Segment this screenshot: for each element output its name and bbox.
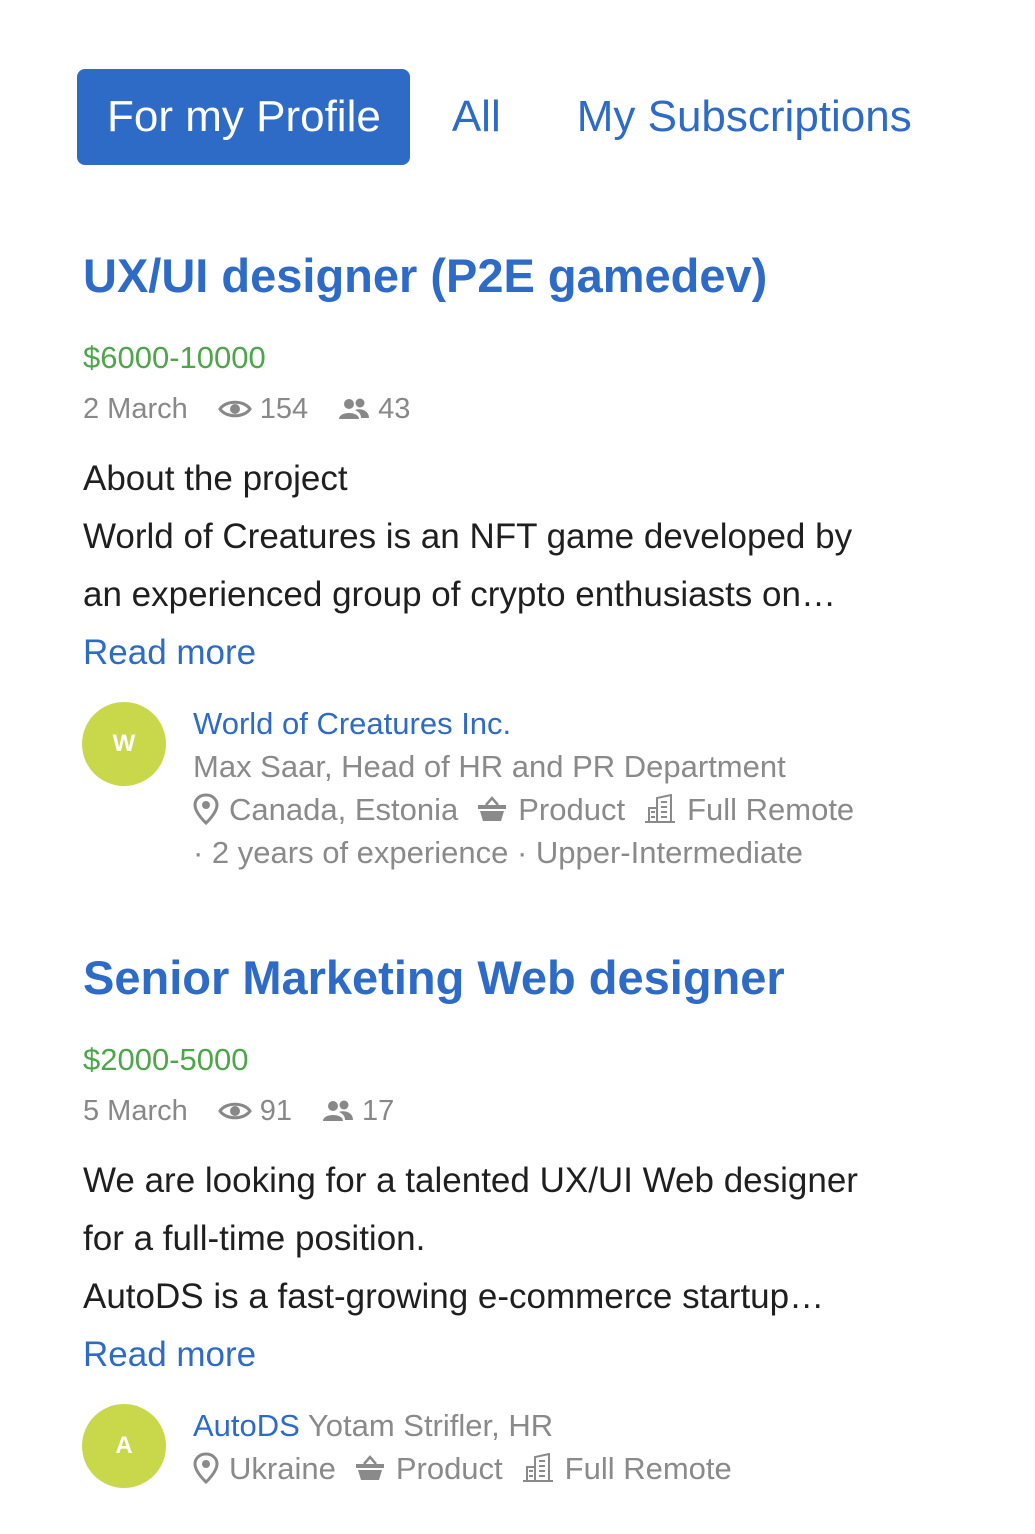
users-icon	[339, 398, 370, 420]
description-line: About the project	[83, 458, 348, 498]
eye-icon	[217, 1102, 252, 1120]
location-tag: Ukraine	[193, 1447, 336, 1490]
vacancy-tags: Ukraine Product Full Remote	[193, 1447, 963, 1490]
company-type-label: Product	[395, 1450, 503, 1486]
tab-bar: For my Profile All My Subscriptions	[77, 69, 912, 165]
read-more-link[interactable]: Read more	[83, 1326, 256, 1384]
views-count: 154	[217, 392, 309, 425]
description-line: We are looking for a talented UX/UI Web …	[83, 1160, 858, 1200]
company-avatar: A	[82, 1403, 166, 1488]
tab-my-subscriptions[interactable]: My Subscriptions	[541, 69, 912, 165]
company-name-link[interactable]: World of Creatures Inc.	[193, 706, 511, 741]
vacancy-card: Senior Marketing Web designer $2000-5000…	[82, 952, 963, 1534]
basket-icon	[478, 796, 507, 822]
posted-date: 2 March	[83, 392, 188, 425]
building-icon	[522, 1453, 553, 1483]
location-label: Ukraine	[229, 1450, 336, 1486]
salary: $2000-5000	[83, 1041, 249, 1077]
work-mode-label: Full Remote	[687, 791, 855, 827]
company-name-link[interactable]: AutoDS	[193, 1408, 300, 1443]
read-more-link[interactable]: Read more	[83, 624, 256, 682]
tab-for-my-profile[interactable]: For my Profile	[77, 69, 410, 165]
location-pin-icon	[193, 793, 219, 826]
vacancy-title[interactable]: UX/UI designer (P2E gamedev)	[83, 250, 963, 302]
posted-date: 5 March	[83, 1094, 188, 1127]
company-type-tag: Product	[476, 788, 625, 831]
vacancy-card: UX/UI designer (P2E gamedev) $6000-10000…	[82, 250, 963, 874]
description-line: an experienced group of crypto enthusias…	[83, 574, 836, 614]
description-line: AutoDS is a fast-growing e-commerce star…	[83, 1276, 825, 1316]
building-icon	[645, 794, 676, 824]
vacancy-description: About the project World of Creatures is …	[83, 450, 963, 682]
description-line: World of Creatures is an NFT game develo…	[83, 516, 853, 556]
work-mode-tag: Full Remote	[643, 788, 854, 831]
users-icon	[323, 1100, 354, 1122]
applicants-count: 17	[322, 1094, 395, 1127]
vacancy-tags: Canada, Estonia Product Full Remote	[193, 788, 963, 831]
applicants-value: 43	[378, 392, 411, 425]
vacancy-description: We are looking for a talented UX/UI Web …	[83, 1152, 963, 1384]
eye-icon	[217, 400, 252, 418]
salary: $6000-10000	[83, 339, 266, 375]
recruiter: Yotam Strifler, HR	[307, 1407, 554, 1443]
views-count: 91	[217, 1094, 293, 1127]
vacancy-meta: 5 March 91 17	[83, 1094, 963, 1127]
company-type-label: Product	[518, 791, 626, 827]
basket-icon	[355, 1455, 384, 1481]
company-block: A AutoDS Yotam Strifler, HR Ukraine Prod…	[82, 1403, 963, 1534]
company-type-tag: Product	[354, 1447, 503, 1490]
vacancy-title[interactable]: Senior Marketing Web designer	[83, 952, 963, 1004]
vacancy-meta: 2 March 154 43	[83, 392, 963, 425]
applicants-count: 43	[338, 392, 411, 425]
views-value: 91	[259, 1094, 293, 1127]
work-mode-tag: Full Remote	[521, 1447, 732, 1490]
company-avatar: W	[82, 701, 166, 786]
location-pin-icon	[193, 1452, 219, 1485]
work-mode-label: Full Remote	[564, 1450, 732, 1486]
recruiter: Max Saar, Head of HR and PR Department	[193, 748, 786, 784]
applicants-value: 17	[362, 1094, 395, 1127]
views-value: 154	[259, 392, 309, 425]
description-line: for a full-time position.	[83, 1218, 426, 1258]
location-label: Canada, Estonia	[229, 791, 459, 827]
experience-english: · 2 years of experience · Upper-Intermed…	[193, 834, 803, 870]
location-tag: Canada, Estonia	[193, 788, 458, 831]
company-block: W World of Creatures Inc. Max Saar, Head…	[82, 701, 963, 874]
tab-all[interactable]: All	[422, 69, 541, 165]
